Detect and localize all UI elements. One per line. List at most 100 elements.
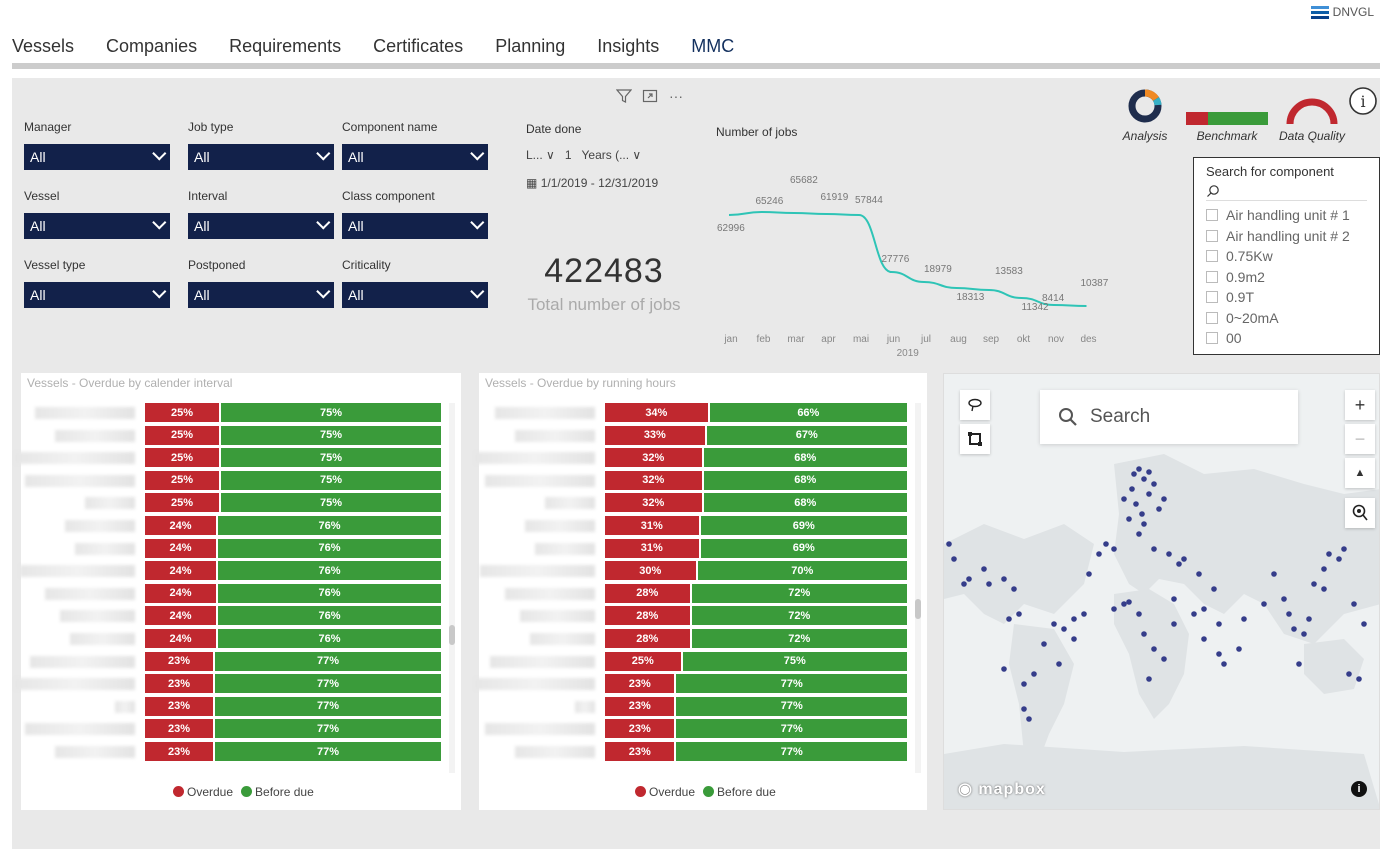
component-search-input[interactable] — [1206, 181, 1367, 201]
component-item[interactable]: Air handling unit # 1 — [1206, 205, 1367, 226]
vessel-location-dot[interactable] — [1216, 651, 1222, 657]
vessel-location-dot[interactable] — [1136, 611, 1142, 617]
vessel-location-dot[interactable] — [1161, 656, 1167, 662]
vessel-location-dot[interactable] — [1261, 601, 1267, 607]
before-due-segment[interactable]: 76% — [218, 629, 441, 648]
vessel-location-dot[interactable] — [1151, 481, 1157, 487]
vessel-location-dot[interactable] — [1011, 586, 1017, 592]
vessel-location-dot[interactable] — [1156, 506, 1162, 512]
bar-row[interactable]: 28% 72% — [605, 629, 907, 648]
before-due-segment[interactable]: 75% — [682, 651, 907, 671]
vessel-location-dot[interactable] — [1196, 571, 1202, 577]
before-due-segment[interactable]: 76% — [218, 583, 441, 603]
vessel-location-dot[interactable] — [1001, 666, 1007, 672]
vessel-location-dot[interactable] — [1161, 496, 1167, 502]
vessel-location-dot[interactable] — [1146, 676, 1152, 682]
scrollbar-thumb[interactable] — [915, 599, 921, 619]
vessel-location-dot[interactable] — [1326, 551, 1332, 557]
bar-row[interactable]: 24% 76% — [145, 516, 441, 535]
vessel-location-dot[interactable] — [1001, 576, 1007, 582]
vessel-location-dot[interactable] — [1306, 616, 1312, 622]
bar-row[interactable]: 32% 68% — [605, 448, 907, 468]
vessel-location-dot[interactable] — [1236, 646, 1242, 652]
zoom-to-fit-icon[interactable] — [1345, 498, 1375, 528]
before-due-segment[interactable]: 77% — [215, 696, 441, 716]
overdue-segment[interactable]: 24% — [145, 606, 217, 626]
tab-mmc[interactable]: MMC — [689, 36, 737, 67]
overdue-segment[interactable]: 25% — [605, 651, 681, 671]
interval-dropdown[interactable]: All — [188, 213, 334, 239]
vessel-location-dot[interactable] — [1181, 556, 1187, 562]
more-options-icon[interactable]: ··· — [666, 86, 686, 106]
vessel-location-dot[interactable] — [1071, 636, 1077, 642]
postponed-dropdown[interactable]: All — [188, 282, 334, 308]
component-name-dropdown[interactable]: All — [342, 144, 488, 170]
before-due-segment[interactable]: 77% — [215, 742, 441, 761]
bar-row[interactable]: 23% 77% — [145, 719, 441, 739]
scrollbar[interactable] — [449, 403, 455, 773]
vessel-location-dot[interactable] — [1103, 541, 1109, 547]
tab-certificates[interactable]: Certificates — [373, 36, 463, 64]
before-due-segment[interactable]: 77% — [676, 674, 907, 694]
vessel-type-dropdown[interactable]: All — [24, 282, 170, 308]
vessel-location-dot[interactable] — [1146, 469, 1152, 475]
overdue-segment[interactable]: 31% — [605, 516, 699, 535]
before-due-segment[interactable]: 68% — [703, 470, 907, 490]
map-search-box[interactable]: Search — [1040, 390, 1298, 444]
vessel-location-dot[interactable] — [1041, 641, 1047, 647]
filter-icon[interactable] — [614, 86, 634, 106]
legend-before-due[interactable]: Before due — [703, 785, 776, 799]
vessel-location-dot[interactable] — [1286, 611, 1292, 617]
bar-row[interactable]: 31% 69% — [605, 538, 907, 558]
vessel-location-dot[interactable] — [1201, 606, 1207, 612]
before-due-segment[interactable]: 77% — [215, 674, 441, 694]
vessel-location-dot[interactable] — [1141, 521, 1147, 527]
before-due-segment[interactable]: 77% — [676, 742, 907, 761]
vessel-location-dot[interactable] — [1006, 616, 1012, 622]
before-due-segment[interactable]: 68% — [703, 448, 907, 468]
before-due-segment[interactable]: 75% — [221, 448, 441, 468]
vessel-location-dot[interactable] — [1166, 551, 1172, 557]
before-due-segment[interactable]: 75% — [221, 403, 441, 422]
component-item[interactable]: Air handling unit # 2 — [1206, 226, 1367, 247]
bar-row[interactable]: 25% 75% — [145, 493, 441, 513]
overdue-segment[interactable]: 33% — [605, 425, 705, 445]
overdue-segment[interactable]: 25% — [145, 470, 219, 490]
tab-vessels[interactable]: Vessels — [12, 36, 74, 64]
checkbox[interactable] — [1206, 270, 1218, 283]
overdue-segment[interactable]: 32% — [605, 493, 702, 513]
job-type-dropdown[interactable]: All — [188, 144, 334, 170]
overdue-segment[interactable]: 28% — [605, 583, 690, 603]
vessel-location-dot[interactable] — [1211, 586, 1217, 592]
bar-row[interactable]: 23% 77% — [605, 674, 907, 694]
zoom-out-button[interactable]: − — [1345, 424, 1375, 454]
vessel-location-dot[interactable] — [1361, 621, 1367, 627]
vessel-location-dot[interactable] — [1016, 611, 1022, 617]
vessel-location-dot[interactable] — [1151, 646, 1157, 652]
vessel-location-dot[interactable] — [966, 576, 972, 582]
rect-select-icon[interactable] — [960, 424, 990, 454]
vessel-location-dot[interactable] — [961, 581, 967, 587]
legend-before-due[interactable]: Before due — [241, 785, 314, 799]
zoom-in-button[interactable]: + — [1345, 390, 1375, 420]
before-due-segment[interactable]: 69% — [700, 538, 907, 558]
vessel-location-dot[interactable] — [986, 581, 992, 587]
bar-row[interactable]: 23% 77% — [605, 742, 907, 761]
vessel-location-dot[interactable] — [1281, 596, 1287, 602]
before-due-segment[interactable]: 72% — [691, 629, 907, 648]
vessel-location-dot[interactable] — [1031, 671, 1037, 677]
date-unit-select[interactable]: Years (... ∨ — [582, 148, 642, 162]
vessel-location-dot[interactable] — [1136, 466, 1142, 472]
bar-row[interactable]: 24% 76% — [145, 538, 441, 558]
vessel-location-dot[interactable] — [1321, 566, 1327, 572]
vessel-location-dot[interactable] — [1311, 581, 1317, 587]
checkbox[interactable] — [1206, 291, 1218, 304]
focus-mode-icon[interactable] — [640, 86, 660, 106]
vessel-location-dot[interactable] — [1121, 601, 1127, 607]
before-due-segment[interactable]: 76% — [218, 516, 441, 535]
vessel-location-dot[interactable] — [1171, 596, 1177, 602]
vessel-location-dot[interactable] — [1351, 601, 1357, 607]
bar-row[interactable]: 33% 67% — [605, 425, 907, 445]
overdue-segment[interactable]: 24% — [145, 516, 217, 535]
vessel-location-dot[interactable] — [1336, 556, 1342, 562]
